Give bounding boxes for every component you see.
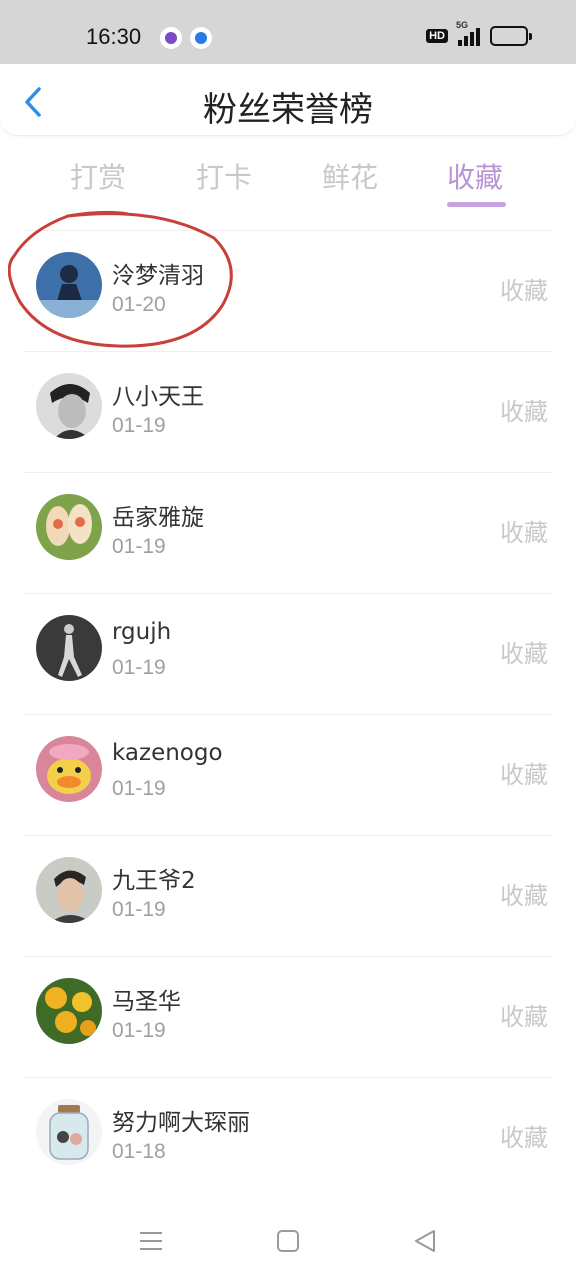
chat-app-icon	[160, 27, 182, 49]
fan-name: 泠梦清羽	[112, 263, 204, 289]
avatar	[36, 373, 102, 439]
action-label: 收藏	[500, 277, 548, 305]
signal-icon: 5G	[456, 20, 480, 46]
fan-name: 马圣华	[112, 989, 181, 1015]
fan-name: kazenogo	[112, 740, 223, 766]
hd-badge: HD	[426, 29, 448, 43]
back-nav-button[interactable]	[410, 1226, 440, 1256]
action-label: 收藏	[500, 761, 548, 789]
avatar	[36, 857, 102, 923]
list-item[interactable]: 岳家雅旋 01-19 收藏	[24, 472, 552, 593]
header: 粉丝荣誉榜	[0, 64, 576, 136]
avatar	[36, 1099, 102, 1165]
status-icons: HD 5G	[426, 20, 532, 46]
fan-date: 01-19	[112, 414, 166, 437]
fan-date: 01-18	[112, 1140, 166, 1163]
page-title: 粉丝荣誉榜	[203, 90, 373, 130]
tab-checkin[interactable]: 打卡	[196, 156, 252, 196]
tab-favorites[interactable]: 收藏	[447, 156, 503, 196]
fan-name: 岳家雅旋	[112, 505, 204, 531]
tab-flowers[interactable]: 鲜花	[322, 156, 378, 196]
fan-name: rgujh	[112, 619, 172, 645]
avatar	[36, 252, 102, 318]
action-label: 收藏	[500, 398, 548, 426]
action-label: 收藏	[500, 1124, 548, 1152]
fan-date: 01-19	[112, 777, 166, 800]
avatar	[36, 615, 102, 681]
avatar	[36, 978, 102, 1044]
menu-button[interactable]	[136, 1226, 166, 1256]
active-tab-indicator	[447, 202, 506, 207]
fan-date: 01-19	[112, 535, 166, 558]
fan-date: 01-20	[112, 293, 166, 316]
list-item[interactable]: 马圣华 01-19 收藏	[24, 956, 552, 1077]
list-item[interactable]: 泠梦清羽 01-20 收藏	[24, 230, 552, 351]
fan-list: 泠梦清羽 01-20 收藏 八小天王 01-19 收藏 岳家雅旋 01-19 收…	[0, 230, 576, 1198]
list-item[interactable]: 努力啊大琛丽 01-18 收藏	[24, 1077, 552, 1198]
fan-name: 努力啊大琛丽	[112, 1110, 250, 1136]
network-label: 5G	[456, 20, 469, 30]
menu-icon	[140, 1232, 162, 1250]
status-time: 16:30	[86, 24, 142, 49]
avatar	[36, 494, 102, 560]
back-triangle-icon	[415, 1230, 435, 1252]
fan-date: 01-19	[112, 898, 166, 921]
battery-icon	[490, 26, 532, 46]
fan-date: 01-19	[112, 1019, 166, 1042]
list-item[interactable]: 九王爷2 01-19 收藏	[24, 835, 552, 956]
list-item[interactable]: kazenogo 01-19 收藏	[24, 714, 552, 835]
home-icon	[277, 1230, 299, 1252]
fan-date: 01-19	[112, 656, 166, 679]
list-item[interactable]: rgujh 01-19 收藏	[24, 593, 552, 714]
browser-app-icon	[190, 27, 212, 49]
list-item[interactable]: 八小天王 01-19 收藏	[24, 351, 552, 472]
avatar	[36, 736, 102, 802]
status-bar: 16:30 HD 5G	[0, 0, 576, 64]
action-label: 收藏	[500, 1003, 548, 1031]
action-label: 收藏	[500, 519, 548, 547]
system-nav-bar	[0, 1200, 576, 1280]
fan-name: 九王爷2	[112, 868, 196, 894]
home-button[interactable]	[273, 1226, 303, 1256]
tab-reward[interactable]: 打赏	[70, 156, 126, 196]
action-label: 收藏	[500, 640, 548, 668]
action-label: 收藏	[500, 882, 548, 910]
fan-name: 八小天王	[112, 384, 204, 410]
